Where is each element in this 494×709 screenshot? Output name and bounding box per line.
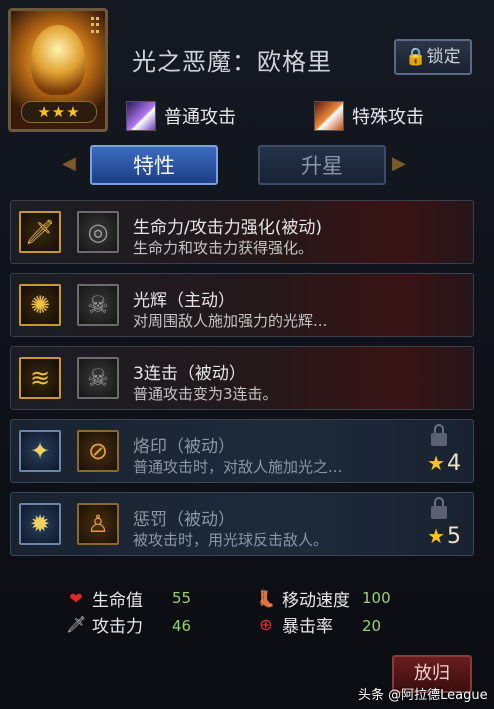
tab-ornament-left-icon: ◀ bbox=[62, 153, 76, 174]
skill-row[interactable]: 🗡 ◎ 生命力/攻击力强化(被动) 生命力和攻击力获得强化。 bbox=[10, 200, 474, 264]
skill-list: 🗡 ◎ 生命力/攻击力强化(被动) 生命力和攻击力获得强化。 ✺ ☠ 光辉（主动… bbox=[10, 200, 474, 565]
skill-name: 生命力/攻击力强化(被动) bbox=[133, 218, 322, 238]
orb-icon: ✹ bbox=[19, 503, 61, 545]
stat-crit-label: 暴击率 bbox=[282, 617, 333, 637]
slash-icon: ≋ bbox=[19, 357, 61, 399]
stat-hp: ❤ 生命值 bbox=[66, 586, 143, 612]
skill-row-locked[interactable]: ✦ ⊘ 烙印（被动） 普通攻击时，对敌人施加光之... ★4 bbox=[10, 419, 474, 483]
lock-button-label: 锁定 bbox=[426, 47, 461, 67]
stat-attack-label: 攻击力 bbox=[92, 617, 143, 637]
skill-name: 惩罚（被动） bbox=[133, 510, 235, 530]
skill-desc: 普通攻击时，对敌人施加光之... bbox=[133, 458, 343, 476]
no-attack-icon: ⊘ bbox=[77, 430, 119, 472]
stat-hp-value: 55 bbox=[172, 589, 192, 607]
skill-desc: 生命力和攻击力获得强化。 bbox=[133, 239, 314, 257]
stat-speed-value: 100 bbox=[362, 589, 391, 607]
target-icon: ◎ bbox=[77, 211, 119, 253]
stat-speed-label: 移动速度 bbox=[282, 591, 350, 611]
normal-attack-icon bbox=[126, 101, 156, 131]
skill-name: 3连击（被动） bbox=[133, 364, 246, 384]
special-attack-icon bbox=[314, 101, 344, 131]
special-attack-label: 特殊攻击 bbox=[352, 107, 424, 128]
required-star-level: ★5 bbox=[427, 524, 461, 549]
sword-icon: 🗡 bbox=[66, 614, 87, 634]
hero-figure-icon bbox=[31, 25, 85, 95]
hero-star-rating: ★★★ bbox=[21, 101, 97, 123]
tab-traits[interactable]: 特性 bbox=[90, 145, 218, 185]
skill-row[interactable]: ≋ ☠ 3连击（被动） 普通攻击变为3连击。 bbox=[10, 346, 474, 410]
star-icon: ★ bbox=[427, 451, 445, 475]
hero-detail-panel: ★★★ 光之恶魔：欧格里 🔒锁定 普通攻击 特殊攻击 ◀ 特性 升星 ▶ 🗡 ◎… bbox=[0, 0, 494, 709]
normal-attack-label: 普通攻击 bbox=[164, 107, 236, 128]
lock-icon: 🔒 bbox=[405, 47, 427, 67]
skull-icon: ☠ bbox=[77, 357, 119, 399]
skill-desc: 普通攻击变为3连击。 bbox=[133, 385, 278, 403]
tab-star-up[interactable]: 升星 bbox=[258, 145, 386, 185]
skill-row[interactable]: ✺ ☠ 光辉（主动） 对周围敌人施加强力的光辉... bbox=[10, 273, 474, 337]
brand-icon: ✦ bbox=[19, 430, 61, 472]
skill-desc: 被攻击时，用光球反击敌人。 bbox=[133, 531, 329, 549]
sword-icon: 🗡 bbox=[19, 211, 61, 253]
heart-icon: ❤ bbox=[69, 588, 83, 608]
skill-name: 光辉（主动） bbox=[133, 291, 235, 311]
sun-icon: ✺ bbox=[19, 284, 61, 326]
padlock-icon bbox=[431, 497, 447, 519]
stat-attack-value: 46 bbox=[172, 617, 192, 635]
skull-icon: ☠ bbox=[77, 284, 119, 326]
lock-button[interactable]: 🔒锁定 bbox=[394, 39, 472, 75]
special-attack-type: 特殊攻击 bbox=[314, 101, 424, 131]
body-icon: ♙ bbox=[77, 503, 119, 545]
stat-crit: ⊕ 暴击率 bbox=[256, 612, 333, 638]
stat-attack: 🗡 攻击力 bbox=[66, 612, 143, 638]
stat-hp-label: 生命值 bbox=[92, 591, 143, 611]
tab-ornament-right-icon: ▶ bbox=[392, 153, 406, 174]
skill-row-locked[interactable]: ✹ ♙ 惩罚（被动） 被攻击时，用光球反击敌人。 ★5 bbox=[10, 492, 474, 556]
watermark: 头条 @阿拉德League bbox=[358, 688, 488, 703]
menu-grid-icon bbox=[91, 17, 99, 35]
skill-desc: 对周围敌人施加强力的光辉... bbox=[133, 312, 328, 330]
crosshair-icon: ⊕ bbox=[259, 614, 273, 634]
hero-name: 光之恶魔：欧格里 bbox=[132, 48, 332, 76]
required-star-level: ★4 bbox=[427, 451, 461, 476]
stat-speed: 👢 移动速度 bbox=[256, 586, 350, 612]
skill-name: 烙印（被动） bbox=[133, 437, 235, 457]
normal-attack-type: 普通攻击 bbox=[126, 101, 236, 131]
boot-icon: 👢 bbox=[256, 588, 276, 608]
star-icon: ★ bbox=[427, 524, 445, 548]
stat-crit-value: 20 bbox=[362, 617, 382, 635]
hero-portrait[interactable]: ★★★ bbox=[8, 8, 108, 132]
padlock-icon bbox=[431, 424, 447, 446]
